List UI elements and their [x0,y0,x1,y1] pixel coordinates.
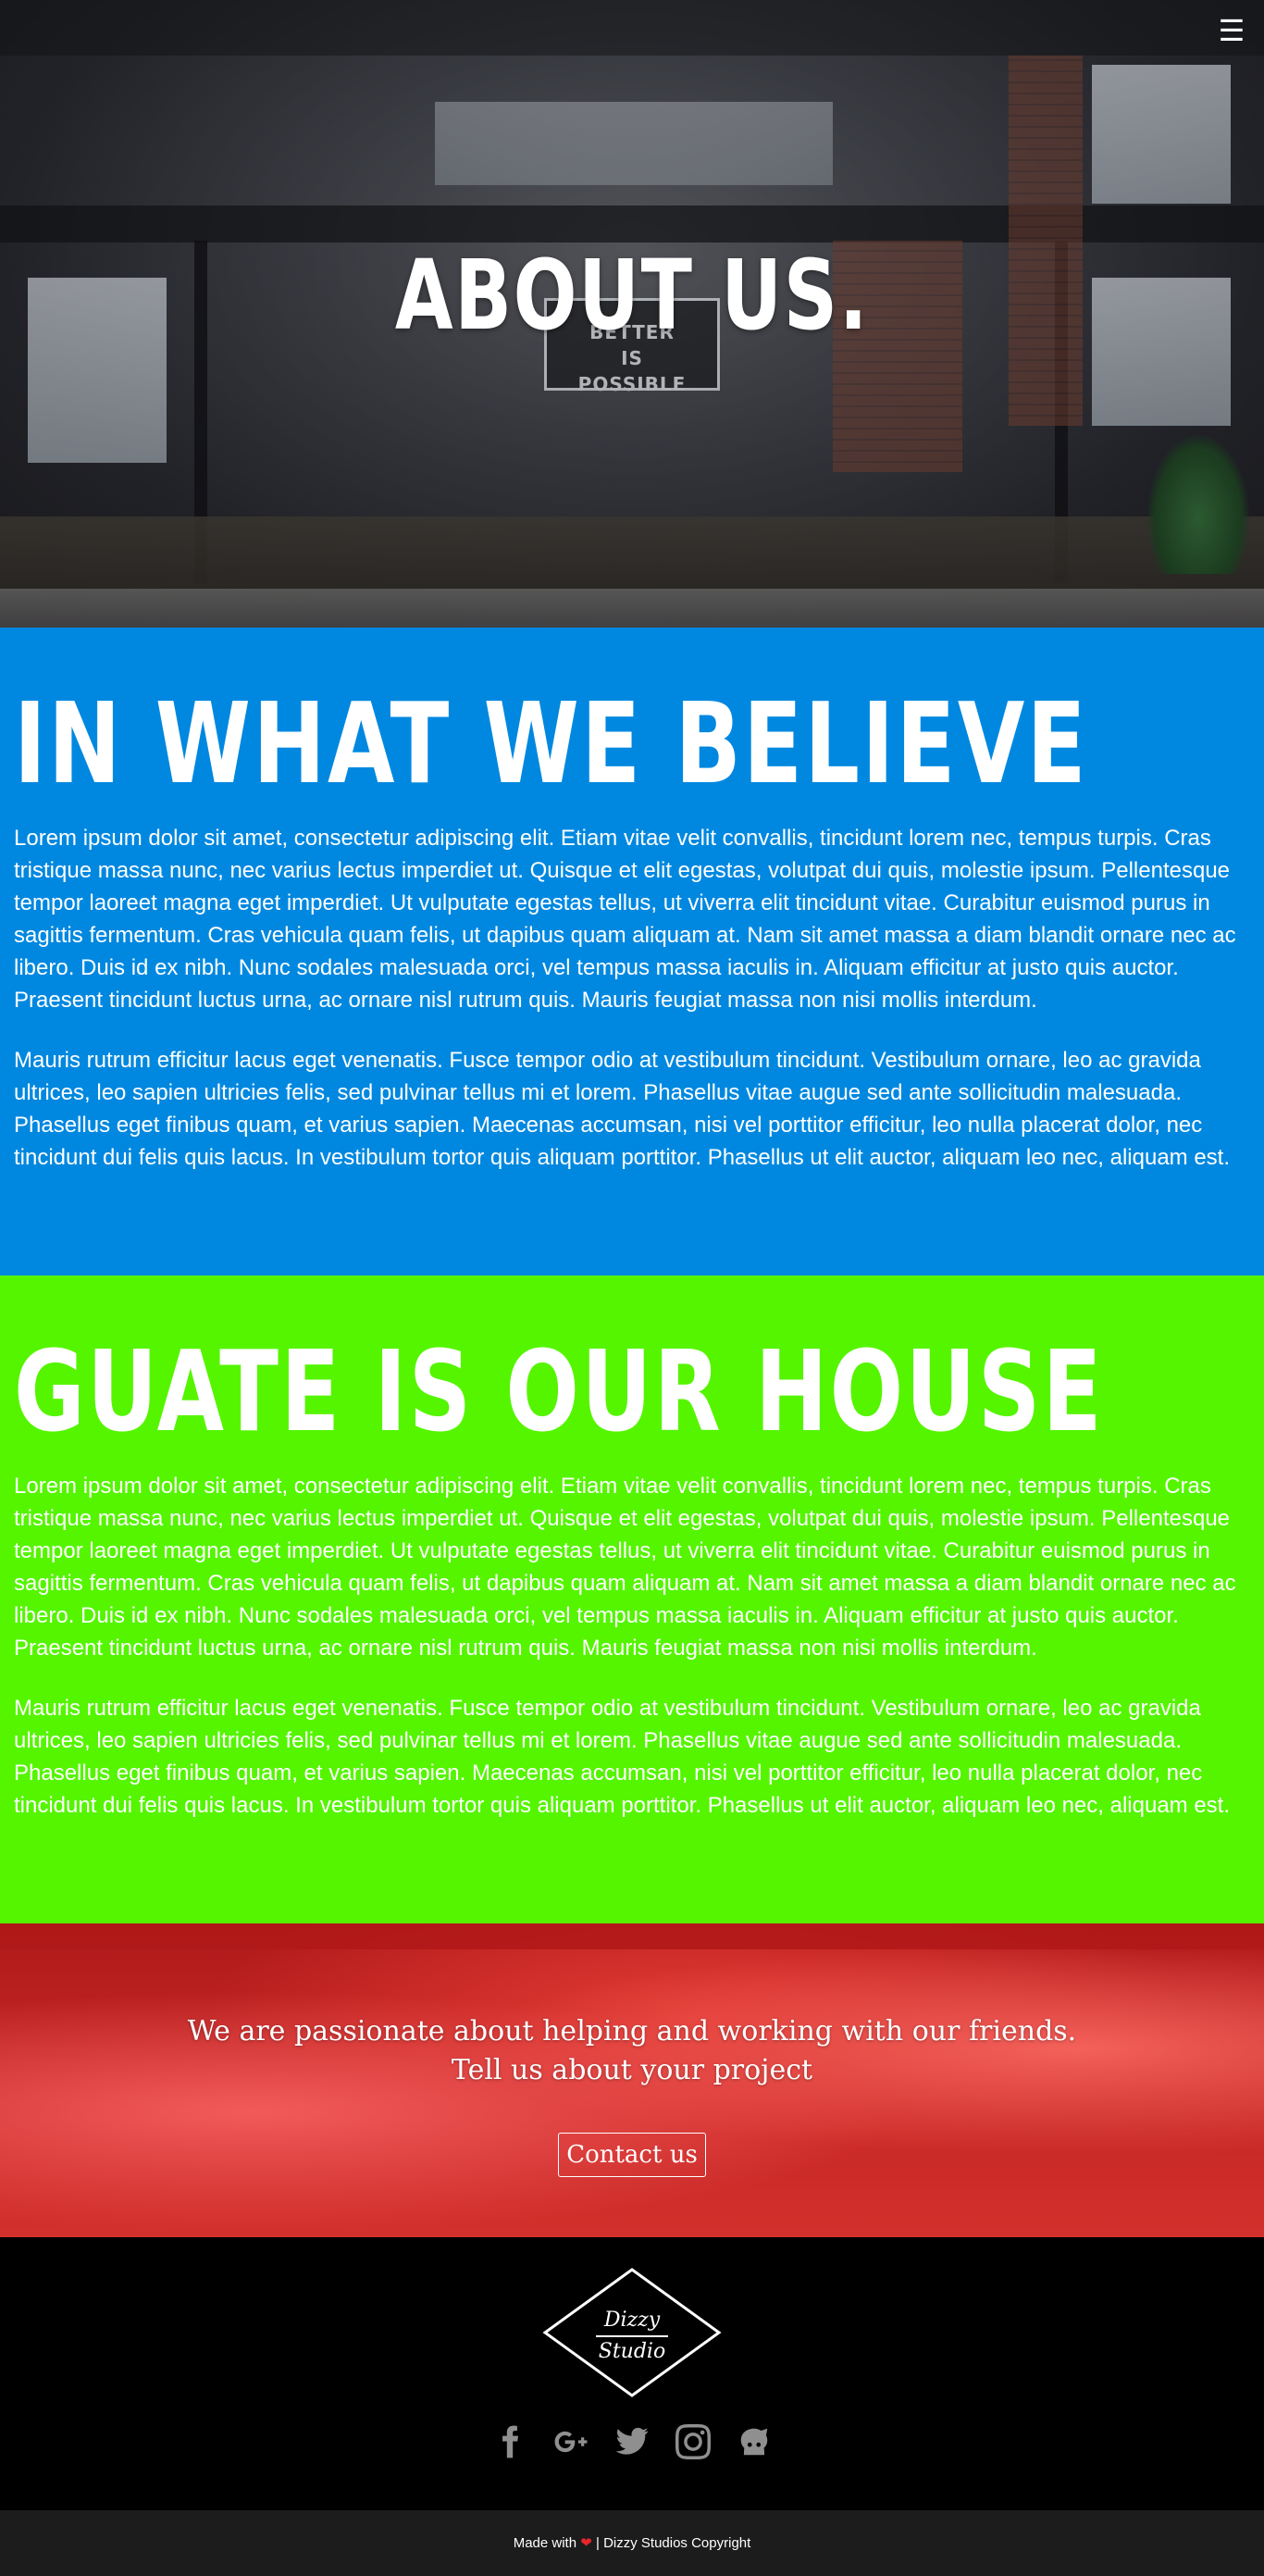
twitter-icon[interactable] [613,2422,651,2461]
contact-cta: We are passionate about helping and work… [0,1923,1264,2237]
copyright-bar: Made with ❤ | Dizzy Studios Copyright [0,2510,1264,2576]
hero-window [1092,65,1231,204]
hero-banner: BETTER IS POSSIBLE ABOUT US. ☰ [0,0,1264,628]
cta-line-1: We are passionate about helping and work… [187,2015,1077,2047]
copyright-text: | Dizzy Studios Copyright [596,2535,751,2551]
hero-beam [0,0,1264,56]
google-plus-icon[interactable] [551,2422,590,2461]
cta-message: We are passionate about helping and work… [0,2012,1264,2090]
facebook-icon[interactable] [490,2422,529,2461]
instagram-icon[interactable] [674,2422,713,2461]
cta-line-2: Tell us about your project [451,2054,813,2086]
page-title: ABOUT US. [394,239,870,352]
cta-top-band [0,1923,1264,1949]
belief-section: IN WHAT WE BELIEVE Lorem ipsum dolor sit… [0,628,1264,1276]
logo-divider [596,2335,668,2337]
contact-us-button[interactable]: Contact us [558,2133,706,2177]
logo-line-1: Dizzy [603,2308,661,2332]
logo-line-2: Studio [598,2340,666,2363]
belief-heading: IN WHAT WE BELIEVE [14,680,1088,809]
heart-icon: ❤ [580,2535,592,2551]
hero-window [435,102,833,185]
hero-bottom-strip [0,589,1264,628]
belief-paragraph: Lorem ipsum dolor sit amet, consectetur … [14,826,1236,1013]
house-paragraph: Lorem ipsum dolor sit amet, consectetur … [14,1474,1236,1661]
github-icon[interactable] [735,2422,774,2461]
logo-text: Dizzy Studio [542,2308,722,2365]
house-section: GUATE IS OUR HOUSE Lorem ipsum dolor sit… [0,1276,1264,1923]
made-with-text: Made with [513,2535,577,2551]
footer: Dizzy Studio [0,2237,1264,2510]
hero-plant [1147,435,1249,574]
house-paragraph: Mauris rutrum efficitur lacus eget venen… [14,1696,1231,1818]
belief-paragraph: Mauris rutrum efficitur lacus eget venen… [14,1048,1231,1170]
social-links [0,2422,1264,2461]
house-heading: GUATE IS OUR HOUSE [14,1328,1104,1457]
hamburger-menu-icon[interactable]: ☰ [1214,13,1249,48]
dizzy-studio-logo[interactable]: Dizzy Studio [542,2267,722,2398]
